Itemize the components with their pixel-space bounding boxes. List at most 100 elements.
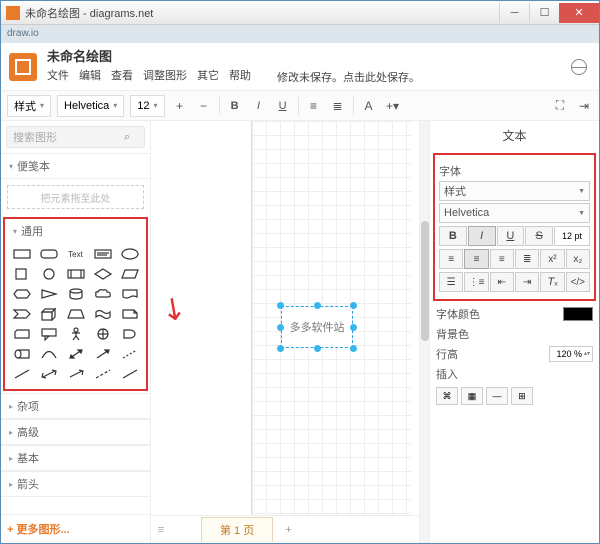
page-tab-1[interactable]: 第 1 页: [201, 517, 273, 542]
zoom-in-icon[interactable]: +: [171, 97, 189, 115]
selected-shape[interactable]: 多多软件站: [281, 306, 353, 348]
justify-button[interactable]: ≣: [515, 249, 539, 269]
shape-biarrow[interactable]: [63, 345, 88, 363]
fontsize-input[interactable]: 12 pt: [554, 226, 590, 246]
minimize-button[interactable]: ─: [499, 3, 529, 23]
resize-handle-n[interactable]: [314, 302, 321, 309]
shape-line[interactable]: [9, 365, 34, 383]
shape-hexagon[interactable]: [9, 285, 34, 303]
insert-link-button[interactable]: ⌘: [436, 387, 458, 405]
drawing-canvas[interactable]: ↘ 多多软件站: [151, 121, 419, 515]
shape-and[interactable]: [117, 325, 142, 343]
align-icon[interactable]: ≡: [305, 97, 323, 115]
menu-arrange[interactable]: 调整图形: [143, 67, 187, 87]
resize-handle-s[interactable]: [314, 345, 321, 352]
shape-biarrow2[interactable]: [36, 365, 61, 383]
bulletlist-button[interactable]: ⋮≡: [464, 272, 488, 292]
add-page-button[interactable]: +: [273, 520, 303, 540]
shape-curve[interactable]: [36, 345, 61, 363]
language-icon[interactable]: [571, 59, 587, 75]
resize-handle-e[interactable]: [350, 324, 357, 331]
shape-link[interactable]: [90, 365, 115, 383]
zoom-out-icon[interactable]: −: [195, 97, 213, 115]
shape-card[interactable]: [9, 325, 34, 343]
shape-rect[interactable]: [9, 245, 34, 263]
fullscreen-icon[interactable]: ⛶: [551, 97, 569, 115]
insert-table-button[interactable]: ⊞: [511, 387, 533, 405]
font-color-icon[interactable]: A: [360, 97, 378, 115]
shape-ellipse[interactable]: [117, 245, 142, 263]
section-advanced[interactable]: 高级: [1, 419, 150, 445]
section-arrows[interactable]: 箭头: [1, 471, 150, 497]
shape-parallelogram[interactable]: [117, 265, 142, 283]
general-head[interactable]: 通用: [5, 219, 146, 243]
scroll-thumb[interactable]: [421, 221, 429, 341]
shape-arrow[interactable]: [90, 345, 115, 363]
shape-circle[interactable]: [36, 265, 61, 283]
pages-menu-icon[interactable]: ≡: [151, 524, 171, 536]
shape-roundrect[interactable]: [36, 245, 61, 263]
unsaved-warning[interactable]: 修改未保存。点击此处保存。: [269, 67, 428, 87]
shape-text[interactable]: Text: [63, 245, 88, 263]
shape-cloud[interactable]: [90, 285, 115, 303]
shape-square[interactable]: [9, 265, 34, 283]
menu-file[interactable]: 文件: [47, 67, 69, 87]
resize-handle-ne[interactable]: [350, 302, 357, 309]
superscript-button[interactable]: x²: [540, 249, 564, 269]
shape-step[interactable]: [9, 305, 34, 323]
italic-button[interactable]: I: [468, 226, 496, 246]
menu-view[interactable]: 查看: [111, 67, 133, 87]
bold-icon[interactable]: B: [226, 97, 244, 115]
font-color-swatch[interactable]: [563, 307, 593, 321]
collapse-icon[interactable]: ⇥: [575, 97, 593, 115]
align-center-button[interactable]: ≡: [464, 249, 488, 269]
bold-button[interactable]: B: [439, 226, 467, 246]
menu-edit[interactable]: 编辑: [79, 67, 101, 87]
menu-extras[interactable]: 其它: [197, 67, 219, 87]
align-right-button[interactable]: ≡: [490, 249, 514, 269]
vertical-scrollbar[interactable]: [419, 121, 429, 543]
shape-process[interactable]: [63, 265, 88, 283]
scratchpad-head[interactable]: 便笺本: [1, 153, 150, 179]
outdent-button[interactable]: ⇤: [490, 272, 514, 292]
underline-icon[interactable]: U: [274, 97, 292, 115]
clear-format-button[interactable]: Tₓ: [540, 272, 564, 292]
shape-cylinder[interactable]: [63, 285, 88, 303]
line-height-input[interactable]: 120 %: [549, 346, 593, 362]
section-basic[interactable]: 基本: [1, 445, 150, 471]
scratchpad-drop[interactable]: 把元素拖至此处: [7, 185, 144, 209]
font-dropdown[interactable]: Helvetica: [439, 203, 590, 223]
indent-button[interactable]: ⇥: [515, 272, 539, 292]
fontsize-select[interactable]: 12: [130, 95, 164, 117]
shape-tape[interactable]: [90, 305, 115, 323]
shape-callout[interactable]: [36, 325, 61, 343]
html-button[interactable]: </>: [566, 272, 590, 292]
resize-handle-nw[interactable]: [277, 302, 284, 309]
shape-actor[interactable]: [63, 325, 88, 343]
insert-image-button[interactable]: ▦: [461, 387, 483, 405]
insert-hr-button[interactable]: —: [486, 387, 508, 405]
shape-document[interactable]: [117, 285, 142, 303]
shape-dashline[interactable]: [117, 345, 142, 363]
style-select[interactable]: 样式: [7, 95, 51, 117]
resize-handle-w[interactable]: [277, 324, 284, 331]
search-input[interactable]: 搜索图形 ⌕: [6, 126, 145, 148]
shape-note[interactable]: [117, 305, 142, 323]
resize-handle-sw[interactable]: [277, 345, 284, 352]
more-shapes-button[interactable]: + 更多图形...: [1, 514, 150, 543]
menu-help[interactable]: 帮助: [229, 67, 251, 87]
font-select[interactable]: Helvetica: [57, 95, 124, 117]
shape-or[interactable]: [90, 325, 115, 343]
shape-datastore[interactable]: [9, 345, 34, 363]
italic-icon[interactable]: I: [250, 97, 268, 115]
subscript-button[interactable]: x₂: [566, 249, 590, 269]
shape-arrow2[interactable]: [63, 365, 88, 383]
shape-triangle[interactable]: [36, 285, 61, 303]
valign-icon[interactable]: ≣: [329, 97, 347, 115]
align-left-button[interactable]: ≡: [439, 249, 463, 269]
numlist-button[interactable]: ☰: [439, 272, 463, 292]
section-misc[interactable]: 杂项: [1, 393, 150, 419]
shape-trapezoid[interactable]: [63, 305, 88, 323]
strike-button[interactable]: S: [525, 226, 553, 246]
style-dropdown[interactable]: 样式: [439, 181, 590, 201]
